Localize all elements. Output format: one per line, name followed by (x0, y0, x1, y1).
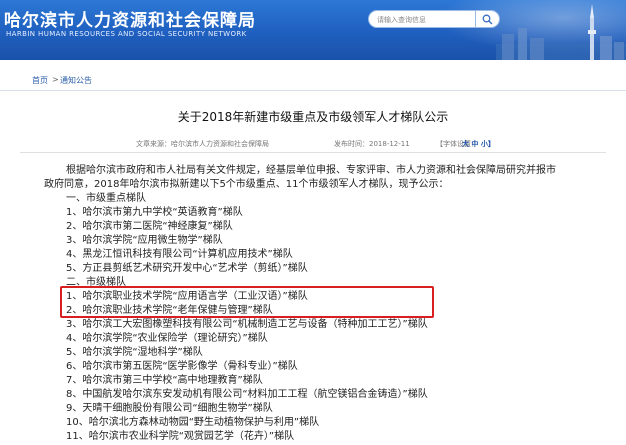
section-1-item: 5、方正县剪纸艺术研究开发中心“艺术学（剪纸）”梯队 (66, 263, 308, 274)
breadcrumb: 首页 > 通知公告 (0, 69, 626, 91)
section-2-item: 3、哈尔滨工大宏图橡塑科技有限公司“机械制造工艺与设备（特种加工工艺）”梯队 (66, 319, 428, 330)
section-2-item: 7、哈尔滨市第三中学校“高中地理教育”梯队 (66, 375, 263, 386)
site-header: 哈尔滨市人力资源和社会保障局 HARBIN HUMAN RESOURCES AN… (0, 0, 626, 60)
section-2-item: 11、哈尔滨市农业科学院“观赏园艺学（花卉）”梯队 (66, 431, 295, 442)
section-2-item: 10、哈尔滨北方森林动物园“野生动植物保护与利用”梯队 (66, 417, 320, 428)
search-icon (482, 14, 493, 25)
article-title: 关于2018年新建市级重点及市级领军人才梯队公示 (177, 110, 449, 124)
site-subtitle: HARBIN HUMAN RESOURCES AND SOCIAL SECURI… (6, 30, 247, 38)
section-1-heading: 一、市级重点梯队 (66, 193, 146, 204)
section-2-item: 6、哈尔滨市第五医院“医学影像学（骨科专业）”梯队 (66, 361, 298, 372)
site-title[interactable]: 哈尔滨市人力资源和社会保障局 (4, 6, 256, 31)
section-2-item: 8、中国航发哈尔滨东安发动机有限公司“材料加工工程（航空镁铝合金铸造）”梯队 (66, 389, 428, 400)
section-1-item: 4、黑龙江恒讯科技有限公司“计算机应用技术”梯队 (66, 249, 293, 260)
article-meta: 文章来源：哈尔滨市人力资源和社会保障局 发布时间：2018-12-11 【字体设… (0, 139, 626, 153)
section-2-item: 5、哈尔滨学院“湿地科学”梯队 (66, 347, 203, 358)
font-size-options[interactable]: 大 中 小】 (462, 139, 495, 149)
section-1-item: 2、哈尔滨市第二医院“神经康复”梯队 (66, 221, 233, 232)
search-input[interactable]: 请输入查询信息 (368, 10, 476, 28)
intro-line-1: 根据哈尔滨市政府和市人社局有关文件规定，经基层单位申报、专家评审、市人力资源和社… (66, 165, 556, 176)
article-date: 发布时间：2018-12-11 (334, 140, 410, 148)
section-2-item: 4、哈尔滨学院“农业保险学（理论研究）”梯队 (66, 333, 268, 344)
breadcrumb-home[interactable]: 首页 (32, 75, 48, 86)
city-skyline-illustration (496, 4, 626, 60)
section-1-item: 1、哈尔滨市第九中学校“英语教育”梯队 (66, 207, 243, 218)
divider (20, 152, 606, 153)
breadcrumb-current[interactable]: 通知公告 (60, 75, 92, 86)
breadcrumb-separator: > (52, 75, 59, 84)
intro-line-2: 政府同意，2018年哈尔滨市拟新建以下5个市级重点、11个市级领军人才梯队，现予… (44, 179, 449, 190)
article-source: 文章来源：哈尔滨市人力资源和社会保障局 (136, 140, 269, 148)
section-1-item: 3、哈尔滨学院“应用微生物学”梯队 (66, 235, 223, 246)
highlight-box (60, 286, 434, 318)
section-2-item: 9、天晴干细胞股份有限公司“细胞生物学”梯队 (66, 403, 273, 414)
